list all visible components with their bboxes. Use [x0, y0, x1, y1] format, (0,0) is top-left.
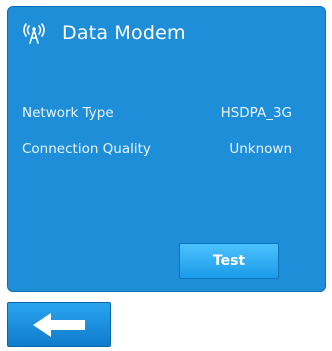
connection-quality-row: Connection Quality Unknown	[22, 141, 314, 157]
test-button-label: Test	[212, 253, 246, 269]
connection-quality-label: Connection Quality	[22, 141, 151, 157]
connection-quality-value: Unknown	[229, 141, 292, 157]
back-button[interactable]	[7, 302, 111, 347]
data-modem-panel: Data Modem Network Type HSDPA_3G Connect…	[7, 6, 326, 292]
test-button[interactable]: Test	[179, 243, 279, 279]
page-title: Data Modem	[62, 22, 186, 44]
antenna-signal-icon	[23, 23, 45, 44]
network-type-row: Network Type HSDPA_3G	[22, 105, 314, 121]
network-type-label: Network Type	[22, 105, 114, 121]
network-type-value: HSDPA_3G	[220, 105, 292, 121]
panel-header: Data Modem	[22, 21, 186, 45]
back-arrow-icon	[33, 312, 85, 337]
